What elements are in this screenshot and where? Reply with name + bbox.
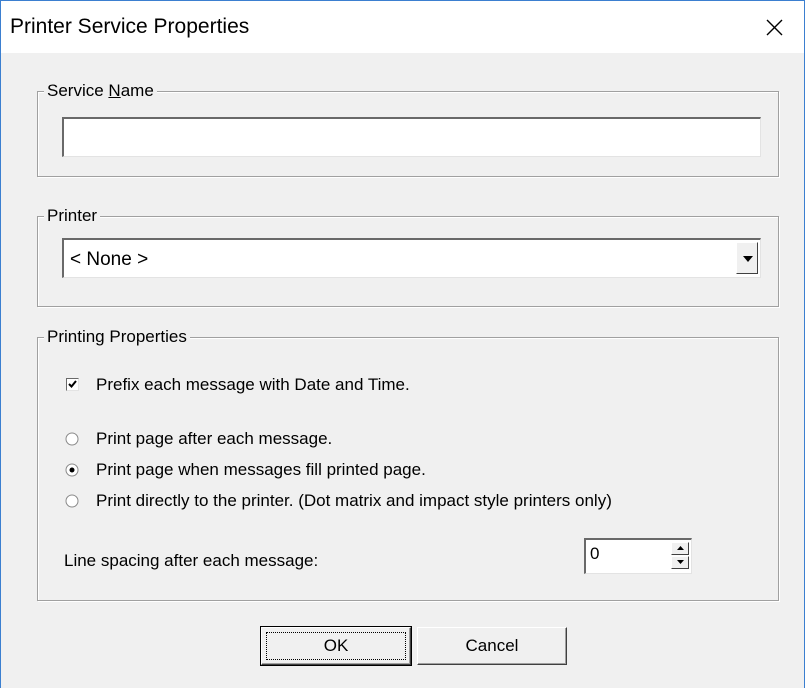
printing-properties-group: Printing Properties Prefix each message … bbox=[37, 326, 779, 601]
printing-properties-label: Printing Properties bbox=[44, 326, 190, 348]
radio-print-when-full[interactable] bbox=[65, 463, 79, 477]
chevron-up-icon bbox=[677, 546, 684, 550]
printer-dropdown-button[interactable] bbox=[736, 242, 758, 274]
title-bar: Printer Service Properties bbox=[1, 1, 804, 53]
close-icon bbox=[766, 19, 783, 36]
printer-service-properties-dialog: Printer Service Properties Service Name … bbox=[0, 0, 805, 688]
line-spacing-value: 0 bbox=[590, 544, 600, 563]
window-title: Printer Service Properties bbox=[10, 15, 250, 38]
spin-up-button[interactable] bbox=[671, 542, 689, 555]
service-name-group: Service Name bbox=[37, 80, 779, 177]
ok-button[interactable]: OK bbox=[260, 626, 412, 666]
service-name-label: Service Name bbox=[44, 80, 157, 102]
chevron-down-icon bbox=[677, 560, 684, 564]
radio-unselected-icon bbox=[65, 494, 79, 508]
chevron-down-icon bbox=[743, 256, 753, 262]
printer-group: Printer < None > bbox=[37, 205, 779, 307]
checkmark-icon bbox=[68, 380, 77, 388]
printer-selected-value: < None > bbox=[70, 249, 149, 270]
spin-down-button[interactable] bbox=[671, 556, 689, 569]
cancel-button-label: Cancel bbox=[465, 636, 519, 655]
radio-unselected-icon bbox=[65, 432, 79, 446]
radio-print-after-each[interactable] bbox=[65, 432, 79, 446]
printer-dropdown[interactable]: < None > bbox=[62, 238, 761, 278]
prefix-datetime-label[interactable]: Prefix each message with Date and Time. bbox=[96, 375, 410, 395]
cancel-button[interactable]: Cancel bbox=[417, 627, 567, 665]
radio-print-directly[interactable] bbox=[65, 494, 79, 508]
radio-print-directly-label[interactable]: Print directly to the printer. (Dot matr… bbox=[96, 491, 612, 511]
radio-selected-icon bbox=[65, 463, 79, 477]
focus-indicator bbox=[266, 632, 406, 660]
line-spacing-label: Line spacing after each message: bbox=[64, 551, 319, 570]
printer-label: Printer bbox=[44, 205, 101, 227]
line-spacing-input[interactable]: 0 bbox=[584, 538, 692, 574]
service-name-input[interactable] bbox=[62, 117, 761, 157]
close-button[interactable] bbox=[744, 1, 804, 53]
prefix-datetime-checkbox[interactable] bbox=[66, 378, 79, 391]
radio-print-after-each-label[interactable]: Print page after each message. bbox=[96, 429, 332, 449]
radio-print-when-full-label[interactable]: Print page when messages fill printed pa… bbox=[96, 460, 426, 480]
